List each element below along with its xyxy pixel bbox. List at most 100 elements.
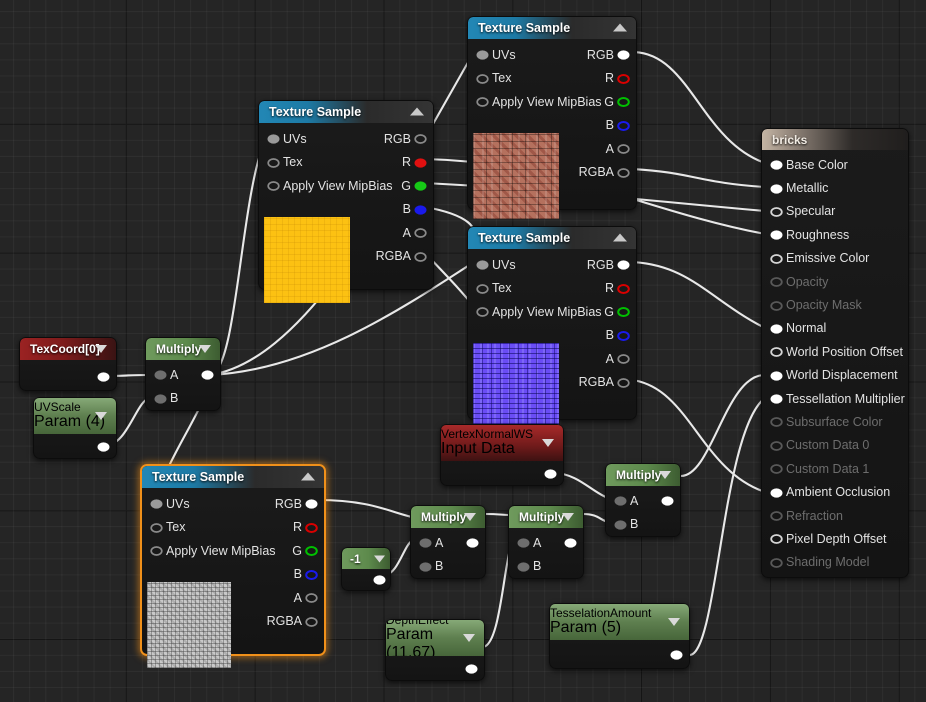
node-header[interactable]: Multiply bbox=[509, 506, 583, 528]
pin-row-b[interactable]: B bbox=[509, 555, 583, 579]
pin-r-icon[interactable] bbox=[617, 73, 630, 84]
pin-uvs-icon[interactable] bbox=[150, 499, 163, 509]
pin-output-icon[interactable] bbox=[544, 468, 557, 479]
node-header[interactable]: -1 bbox=[342, 548, 390, 569]
chevron-down-icon[interactable] bbox=[542, 439, 554, 447]
pin-row-mipbias[interactable]: Apply View MipBias G bbox=[468, 90, 636, 114]
pin-row-a[interactable]: A bbox=[146, 363, 220, 387]
node-texcoord[interactable]: TexCoord[0] bbox=[19, 337, 117, 391]
pin-row-output[interactable] bbox=[20, 360, 116, 392]
pin-a-icon[interactable] bbox=[305, 593, 318, 604]
pin-b-icon[interactable] bbox=[154, 394, 167, 404]
material-output-pin-row[interactable]: Refraction bbox=[762, 504, 908, 527]
node-vertexnormalws[interactable]: VertexNormalWS Input Data bbox=[440, 424, 564, 486]
node-uvscale-param[interactable]: UVScale Param (4) bbox=[33, 397, 117, 459]
material-output-pin-row[interactable]: Base Color bbox=[762, 153, 908, 176]
material-output-pin-row[interactable]: Ambient Occlusion bbox=[762, 480, 908, 503]
pin-b-icon[interactable] bbox=[517, 562, 530, 572]
pin-row-output[interactable] bbox=[34, 434, 116, 458]
pin-row-b[interactable]: B bbox=[411, 555, 485, 579]
pin-output-icon[interactable] bbox=[373, 575, 386, 585]
node-header[interactable]: VertexNormalWS Input Data bbox=[441, 425, 563, 461]
pin-uvs-icon[interactable] bbox=[476, 260, 489, 270]
material-output-pin-row[interactable]: Emissive Color bbox=[762, 247, 908, 270]
pin-uvs-icon[interactable] bbox=[267, 134, 280, 144]
pin-a-icon[interactable] bbox=[154, 370, 167, 380]
material-pin-icon[interactable] bbox=[770, 347, 783, 358]
material-output-pin-row[interactable]: World Position Offset bbox=[762, 340, 908, 363]
pin-row-uvs[interactable]: UVs RGB bbox=[142, 492, 324, 516]
pin-rgb-icon[interactable] bbox=[414, 134, 427, 145]
pin-row-a[interactable]: A bbox=[606, 489, 680, 513]
pin-b-icon[interactable] bbox=[617, 120, 630, 131]
node-texture-sample-yellow[interactable]: Texture Sample UVs RGB Tex R Apply View … bbox=[258, 100, 434, 303]
node-texture-sample-height-selected[interactable]: Texture Sample UVs RGB Tex R Apply View … bbox=[140, 464, 326, 668]
pin-row-output[interactable] bbox=[550, 640, 689, 668]
material-output-pin-row[interactable]: Subsurface Color bbox=[762, 410, 908, 433]
material-pin-icon[interactable] bbox=[770, 488, 783, 498]
chevron-down-icon[interactable] bbox=[562, 513, 574, 521]
chevron-down-icon[interactable] bbox=[199, 345, 211, 353]
pin-a-icon[interactable] bbox=[517, 538, 530, 548]
chevron-up-icon[interactable] bbox=[613, 23, 627, 33]
chevron-down-icon[interactable] bbox=[668, 618, 680, 626]
pin-a-icon[interactable] bbox=[419, 538, 432, 548]
chevron-up-icon[interactable] bbox=[410, 107, 424, 117]
node-header[interactable]: Texture Sample bbox=[259, 101, 433, 123]
pin-uvs-icon[interactable] bbox=[476, 50, 489, 60]
material-output-pin-row[interactable]: World Displacement bbox=[762, 364, 908, 387]
node-header[interactable]: TexCoord[0] bbox=[20, 338, 116, 360]
pin-tex-icon[interactable] bbox=[267, 157, 280, 168]
pin-b-icon[interactable] bbox=[614, 520, 627, 530]
pin-apply-view-mipbias-icon[interactable] bbox=[476, 307, 489, 318]
pin-a-icon[interactable] bbox=[414, 228, 427, 239]
node-multiply-tessellation[interactable]: Multiply A B bbox=[605, 463, 681, 537]
chevron-up-icon[interactable] bbox=[301, 472, 315, 482]
material-output-pin-row[interactable]: Shading Model bbox=[762, 551, 908, 574]
material-pin-icon[interactable] bbox=[770, 324, 783, 334]
node-header[interactable]: Texture Sample bbox=[142, 466, 324, 488]
pin-apply-view-mipbias-icon[interactable] bbox=[150, 546, 163, 557]
node-multiply-depth-a[interactable]: Multiply A B bbox=[410, 505, 486, 579]
material-output-pin-row[interactable]: Tessellation Multiplier bbox=[762, 387, 908, 410]
pin-g-icon[interactable] bbox=[617, 97, 630, 108]
pin-row-mipbias[interactable]: Apply View MipBias G bbox=[259, 174, 433, 198]
pin-r-icon[interactable] bbox=[617, 283, 630, 294]
node-header[interactable]: Multiply bbox=[606, 464, 680, 486]
pin-row-b[interactable]: B bbox=[606, 513, 680, 537]
material-pin-icon[interactable] bbox=[770, 371, 783, 381]
pin-r-icon[interactable] bbox=[414, 158, 427, 168]
node-multiply-uv[interactable]: Multiply A B bbox=[145, 337, 221, 411]
pin-output-icon[interactable] bbox=[466, 538, 479, 548]
pin-output-icon[interactable] bbox=[670, 649, 683, 660]
material-output-pin-row[interactable]: Opacity bbox=[762, 270, 908, 293]
pin-row-b[interactable]: B bbox=[146, 387, 220, 411]
node-header[interactable]: bricks bbox=[762, 129, 908, 150]
node-header[interactable]: Multiply bbox=[411, 506, 485, 528]
pin-row-a[interactable]: A bbox=[509, 531, 583, 555]
material-pin-icon[interactable] bbox=[770, 394, 783, 404]
node-multiply-depth-b[interactable]: Multiply A B bbox=[508, 505, 584, 579]
node-header[interactable]: Texture Sample bbox=[468, 227, 636, 249]
node-constant-negative-one[interactable]: -1 bbox=[341, 547, 391, 591]
pin-output-icon[interactable] bbox=[201, 370, 214, 380]
material-pin-icon[interactable] bbox=[770, 160, 783, 170]
pin-row-tex[interactable]: Tex R bbox=[468, 67, 636, 91]
material-pin-icon[interactable] bbox=[770, 253, 783, 264]
node-header[interactable]: TesselationAmount Param (5) bbox=[550, 604, 689, 640]
material-output-pin-row[interactable]: Pixel Depth Offset bbox=[762, 527, 908, 550]
material-output-pin-row[interactable]: Opacity Mask bbox=[762, 293, 908, 316]
pin-rgb-icon[interactable] bbox=[305, 499, 318, 509]
pin-tex-icon[interactable] bbox=[476, 283, 489, 294]
node-tesselationamount-param[interactable]: TesselationAmount Param (5) bbox=[549, 603, 690, 669]
material-output-pin-row[interactable]: Metallic bbox=[762, 176, 908, 199]
pin-b-icon[interactable] bbox=[617, 330, 630, 341]
pin-row-uvs[interactable]: UVs RGB bbox=[468, 253, 636, 277]
pin-output-icon[interactable] bbox=[564, 538, 577, 548]
pin-row-output[interactable] bbox=[441, 461, 563, 485]
chevron-down-icon[interactable] bbox=[659, 471, 671, 479]
pin-rgba-icon[interactable] bbox=[617, 167, 630, 178]
pin-r-icon[interactable] bbox=[305, 522, 318, 533]
node-material-output-bricks[interactable]: bricks Base Color Metallic Specular Roughne… bbox=[761, 128, 909, 578]
pin-output-icon[interactable] bbox=[97, 371, 110, 382]
